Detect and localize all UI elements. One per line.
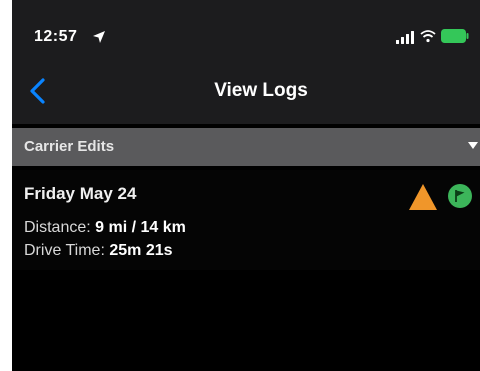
log-date: Friday May 24 (24, 184, 137, 203)
battery-icon (441, 29, 469, 43)
status-bar: 12:57 (12, 0, 480, 60)
page-title: View Logs (214, 80, 308, 101)
navigation-bar: View Logs (12, 60, 480, 124)
caret-down-icon (468, 142, 478, 149)
carrier-edits-section-header[interactable]: Carrier Edits (12, 128, 480, 166)
log-distance: Distance: 9 mi / 14 km (24, 219, 186, 237)
location-arrow-icon (93, 31, 105, 43)
log-drive-time: Drive Time: 25m 21s (24, 242, 173, 260)
app-screen: 12:57 View Logs Carrier Edits Friday May… (12, 0, 480, 371)
flag-circle-icon (448, 184, 472, 208)
distance-label: Distance: (24, 219, 91, 236)
status-time: 12:57 (34, 28, 78, 45)
distance-value: 9 mi / 14 km (95, 219, 186, 236)
warning-triangle-icon (409, 184, 437, 210)
drive-time-value: 25m 21s (109, 242, 173, 259)
drive-time-label: Drive Time: (24, 242, 105, 259)
section-title: Carrier Edits (24, 138, 115, 155)
wifi-icon (420, 30, 436, 43)
log-list-item[interactable]: Friday May 24 Distance: 9 mi / 14 km Dri… (12, 170, 480, 270)
signal-icon (396, 31, 414, 44)
